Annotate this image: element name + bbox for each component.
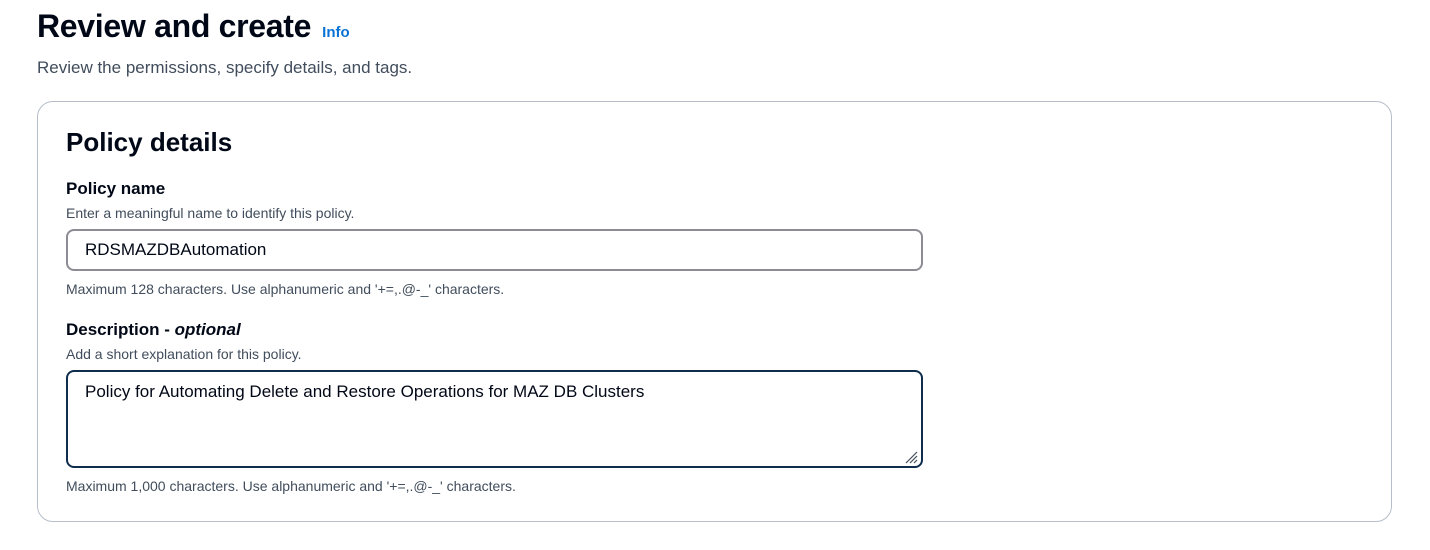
page-subtitle: Review the permissions, specify details,… (37, 58, 413, 77)
policy-name-label: Policy name (66, 179, 166, 198)
description-textarea[interactable]: Policy for Automating Delete and Restore… (66, 370, 923, 468)
policy-details-panel: Policy details Policy name Enter a meani… (37, 101, 1392, 522)
policy-name-input[interactable] (66, 229, 923, 271)
description-label: Description - optional (66, 319, 241, 341)
page-header: Review and create Info (37, 6, 350, 46)
review-and-create-page: Review and create Info Review the permis… (0, 0, 1430, 550)
description-label-text: Description - (66, 320, 175, 339)
optional-tag: optional (174, 320, 241, 339)
resize-grip-icon[interactable] (904, 450, 918, 464)
info-link[interactable]: Info (322, 24, 350, 41)
description-constraint: Maximum 1,000 characters. Use alphanumer… (66, 478, 516, 494)
panel-title: Policy details (66, 127, 233, 157)
policy-name-constraint: Maximum 128 characters. Use alphanumeric… (66, 281, 505, 297)
page-title: Review and create (37, 8, 312, 44)
description-help-text: Add a short explanation for this policy. (66, 346, 302, 362)
title-row: Review and create Info (37, 6, 350, 46)
policy-name-description: Enter a meaningful name to identify this… (66, 205, 355, 221)
